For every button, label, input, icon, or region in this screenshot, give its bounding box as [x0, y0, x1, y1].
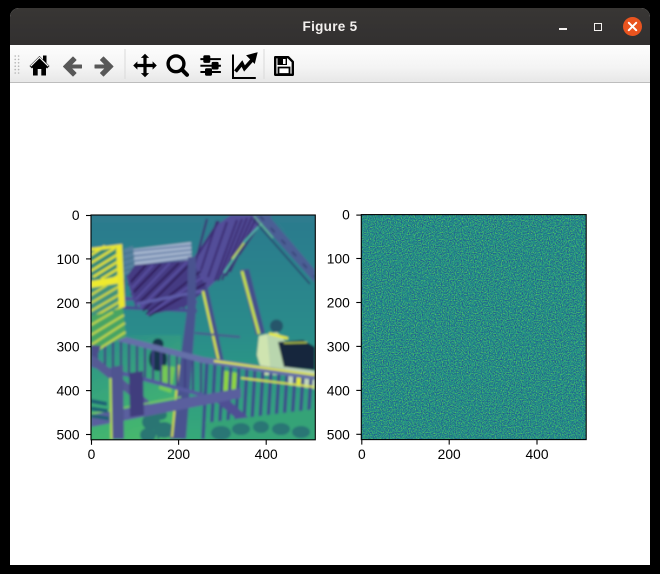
svg-text:200: 200	[438, 446, 461, 461]
svg-text:500: 500	[327, 427, 350, 442]
svg-text:500: 500	[56, 427, 79, 442]
svg-text:300: 300	[56, 339, 79, 354]
svg-text:400: 400	[56, 383, 79, 398]
svg-text:400: 400	[255, 447, 278, 462]
svg-text:200: 200	[56, 295, 79, 310]
svg-text:100: 100	[56, 251, 79, 266]
svg-text:400: 400	[525, 446, 548, 461]
svg-text:200: 200	[327, 295, 350, 310]
svg-text:300: 300	[327, 339, 350, 354]
svg-text:0: 0	[72, 208, 80, 223]
svg-text:200: 200	[167, 447, 190, 462]
svg-text:0: 0	[88, 447, 96, 462]
svg-text:100: 100	[327, 251, 350, 266]
svg-text:0: 0	[342, 207, 350, 222]
svg-text:400: 400	[327, 383, 350, 398]
svg-text:0: 0	[358, 446, 366, 461]
